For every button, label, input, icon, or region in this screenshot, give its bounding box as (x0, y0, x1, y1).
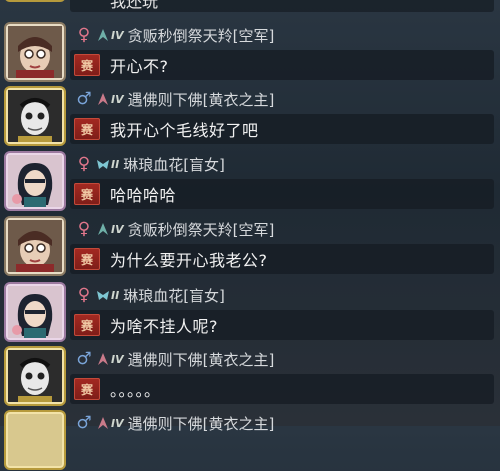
message-header: ♀ II 琳琅血花[盲女] (76, 153, 225, 175)
message-text: 哈哈哈哈 (110, 186, 177, 205)
match-tag: 赛 (74, 248, 100, 270)
player-name[interactable]: 琳琅血花[盲女] (123, 285, 225, 306)
message-bubble: 赛 我开心个毛线好了吧 (70, 114, 494, 144)
rank-badge: II (96, 287, 119, 303)
male-icon: ♂ (76, 89, 92, 109)
blind-girl-portrait-icon[interactable] (4, 151, 66, 211)
match-tag: 赛 (74, 118, 100, 140)
female-icon: ♀ (77, 219, 91, 239)
match-tag: 赛 (74, 54, 100, 76)
message-text: 为什么要开心我老公? (110, 251, 268, 270)
blind-girl-portrait-icon[interactable] (4, 282, 66, 342)
pilot-portrait-icon[interactable] (4, 22, 66, 82)
player-name[interactable]: 遇佛则下佛[黄衣之主] (128, 349, 275, 370)
chat-message: ♀ II 琳琅血花[盲女] 赛 哈哈哈哈 (0, 149, 500, 212)
yellow-king-portrait-icon[interactable] (4, 410, 66, 470)
message-header: ♂ IV 遇佛则下佛[黄衣之主] (76, 348, 274, 370)
rank-wing-icon (98, 93, 108, 105)
player-name[interactable]: 贪贩秒倒祭天羚[空军] (128, 25, 275, 46)
player-name[interactable]: 琳琅血花[盲女] (123, 154, 225, 175)
male-icon: ♂ (76, 349, 92, 369)
message-text: 开心不? (110, 57, 169, 76)
chat-message: ♀ IV 贪贩秒倒祭天羚[空军] 赛 开心不? (0, 20, 500, 83)
message-bubble: 赛 开心不? (70, 50, 494, 80)
message-bubble: 赛 。。。。。 (70, 374, 494, 404)
player-name[interactable]: 贪贩秒倒祭天羚[空军] (128, 219, 275, 240)
message-header: ♀ II 琳琅血花[盲女] (76, 284, 225, 306)
message-text: 我开心个毛线好了吧 (110, 121, 259, 140)
rank-badge: IV (96, 415, 124, 431)
message-header: ♂ IV 遇佛则下佛[黄衣之主] (76, 412, 274, 434)
chat-message: ♀ IV 贪贩秒倒祭天羚[空军] 赛 为什么要开心我老公? (0, 214, 500, 277)
chat-log[interactable]: 我还玩 ♀ IV 贪贩秒倒祭天羚[空军] 赛 开心不? ♂ IV 遇佛则下佛[黄… (0, 0, 500, 470)
player-name[interactable]: 遇佛则下佛[黄衣之主] (128, 413, 275, 434)
rank-badge: IV (96, 351, 124, 367)
message-text: 为啥不挂人呢? (110, 317, 218, 336)
chat-message: ♂ IV 遇佛则下佛[黄衣之主] 赛 我开心个毛线好了吧 (0, 84, 500, 147)
pilot-portrait-icon[interactable] (4, 216, 66, 276)
chat-message: ♂ IV 遇佛则下佛[黄衣之主] 赛 。。。。。 (0, 344, 500, 407)
rank-wing-icon (98, 417, 108, 429)
match-tag: 赛 (74, 314, 100, 336)
rank-wing-icon (97, 160, 109, 169)
yellow-king-portrait-icon[interactable] (4, 86, 66, 146)
rank-badge: IV (96, 221, 124, 237)
player-name[interactable]: 遇佛则下佛[黄衣之主] (128, 89, 275, 110)
message-text: 。。。。。 (110, 381, 161, 400)
rank-badge: IV (96, 27, 124, 43)
message-bubble: 赛 为啥不挂人呢? (70, 310, 494, 340)
female-icon: ♀ (77, 154, 91, 174)
match-tag: 赛 (74, 183, 100, 205)
chat-message: ♀ II 琳琅血花[盲女] 赛 为啥不挂人呢? (0, 280, 500, 343)
rank-badge: II (96, 156, 119, 172)
rank-wing-icon (98, 223, 108, 235)
male-icon: ♂ (76, 413, 92, 433)
avatar[interactable] (4, 0, 66, 2)
rank-wing-icon (98, 29, 108, 41)
message-header: ♂ IV 遇佛则下佛[黄衣之主] (76, 88, 274, 110)
message-header: ♀ IV 贪贩秒倒祭天羚[空军] (76, 218, 275, 240)
female-icon: ♀ (77, 285, 91, 305)
rank-badge: IV (96, 91, 124, 107)
message-bubble: 赛 为什么要开心我老公? (70, 244, 494, 274)
rank-wing-icon (97, 291, 109, 300)
chat-message: ♂ IV 遇佛则下佛[黄衣之主] (0, 408, 500, 471)
match-tag: 赛 (74, 378, 100, 400)
rank-wing-icon (98, 353, 108, 365)
message-header: ♀ IV 贪贩秒倒祭天羚[空军] (76, 24, 275, 46)
female-icon: ♀ (77, 25, 91, 45)
message-bubble: 赛 哈哈哈哈 (70, 179, 494, 209)
yellow-king-portrait-icon[interactable] (4, 346, 66, 406)
previous-message-text: 我还玩 (110, 0, 159, 11)
previous-message-bubble: 我还玩 (70, 0, 494, 12)
